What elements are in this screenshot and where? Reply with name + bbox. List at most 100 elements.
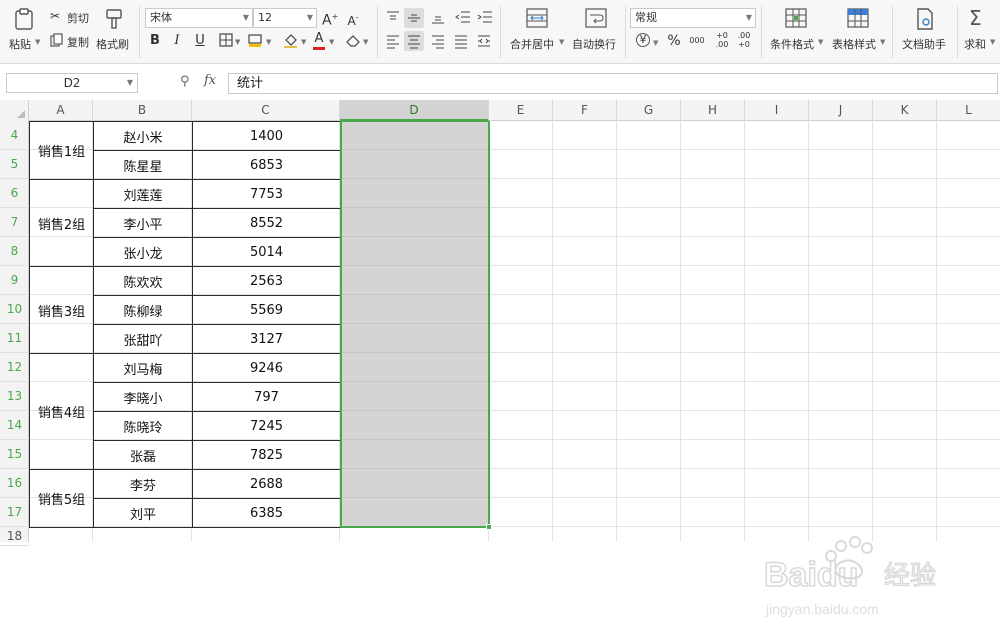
row-header-12[interactable]: 12 [0,353,29,382]
justify-icon[interactable] [453,33,469,49]
row-header-7[interactable]: 7 [0,208,29,237]
decrease-font-icon[interactable]: A- [345,10,361,29]
align-right-icon[interactable] [430,33,446,49]
value-cell[interactable]: 7825 [192,440,341,470]
zoom-search-icon[interactable]: ⚲ [180,74,190,89]
value-cell[interactable]: 5014 [192,237,341,267]
value-cell[interactable]: 2563 [192,266,341,296]
bold-button[interactable]: B [148,33,162,49]
value-cell[interactable]: 8552 [192,208,341,238]
formula-input[interactable]: 统计 [228,73,998,94]
chevron-down-icon[interactable]: ▼ [266,34,271,50]
name-cell[interactable]: 陈晓玲 [93,411,193,441]
table-style-button[interactable]: 表格样式 ▼ [828,6,886,58]
column-header-e[interactable]: E [489,100,553,121]
row-header-11[interactable]: 11 [0,324,29,353]
column-header-d[interactable]: D [340,100,489,121]
fill-color-icon[interactable] [248,33,264,47]
name-cell[interactable]: 李晓小 [93,382,193,412]
row-header-5[interactable]: 5 [0,150,29,179]
align-top-icon[interactable] [385,9,401,25]
merge-center-button[interactable]: 合并居中 ▼ [506,6,566,58]
border-icon[interactable] [219,33,233,47]
name-cell[interactable]: 李小平 [93,208,193,238]
row-header-8[interactable]: 8 [0,237,29,266]
selected-range[interactable] [340,121,490,528]
decimal-decrease-button[interactable]: .00 +0 [734,31,754,49]
select-all-corner[interactable] [0,100,29,121]
name-box[interactable]: D2 ▼ [6,73,138,93]
wrap-text-button[interactable]: 自动换行 [570,6,622,58]
column-header-k[interactable]: K [873,100,937,121]
group-cell[interactable]: 销售4组 [29,353,94,470]
sum-button[interactable]: Σ 求和 ▼ [961,6,1000,58]
row-header-6[interactable]: 6 [0,179,29,208]
value-cell[interactable]: 6385 [192,498,341,528]
paste-button[interactable]: 粘贴 ▼ [6,6,40,58]
column-header-b[interactable]: B [93,100,192,121]
name-cell[interactable]: 陈星星 [93,150,193,180]
align-center-icon[interactable] [404,31,424,51]
value-cell[interactable]: 1400 [192,121,341,151]
column-header-l[interactable]: L [937,100,1000,121]
value-cell[interactable]: 6853 [192,150,341,180]
name-cell[interactable]: 李芬 [93,469,193,499]
align-left-icon[interactable] [385,33,401,49]
name-cell[interactable]: 陈柳绿 [93,295,193,325]
row-header-18[interactable]: 18 [0,527,29,546]
format-painter-button[interactable]: 格式刷 [96,6,132,58]
font-size-select[interactable]: 12 ▼ [253,8,317,28]
copy-button[interactable]: 复制 [48,32,92,50]
name-cell[interactable]: 刘平 [93,498,193,528]
name-cell[interactable]: 赵小米 [93,121,193,151]
row-header-9[interactable]: 9 [0,266,29,295]
chevron-down-icon[interactable]: ▼ [235,34,240,50]
column-header-h[interactable]: H [681,100,745,121]
name-cell[interactable]: 陈欢欢 [93,266,193,296]
chevron-down-icon[interactable]: ▼ [363,34,368,50]
name-cell[interactable]: 刘马梅 [93,353,193,383]
column-header-j[interactable]: J [809,100,873,121]
row-header-16[interactable]: 16 [0,469,29,498]
column-header-a[interactable]: A [29,100,93,121]
row-header-4[interactable]: 4 [0,121,29,150]
row-header-14[interactable]: 14 [0,411,29,440]
value-cell[interactable]: 5569 [192,295,341,325]
number-format-select[interactable]: 常规 ▼ [630,8,756,28]
name-cell[interactable]: 张甜吖 [93,324,193,354]
indent-increase-icon[interactable] [477,9,493,25]
row-header-10[interactable]: 10 [0,295,29,324]
doc-assistant-button[interactable]: 文档助手 [898,6,952,58]
name-cell[interactable]: 张磊 [93,440,193,470]
group-cell[interactable]: 销售2组 [29,179,94,267]
row-header-13[interactable]: 13 [0,382,29,411]
row-header-15[interactable]: 15 [0,440,29,469]
value-cell[interactable]: 3127 [192,324,341,354]
fill-handle[interactable] [486,524,492,530]
eraser-icon[interactable] [345,33,361,47]
name-cell[interactable]: 刘莲莲 [93,179,193,209]
row-header-17[interactable]: 17 [0,498,29,527]
group-cell[interactable]: 销售3组 [29,266,94,354]
function-icon[interactable]: fx [204,73,216,88]
thousands-button[interactable]: 000 [688,33,706,49]
column-header-f[interactable]: F [553,100,617,121]
font-color-button[interactable]: A [313,31,325,50]
group-cell[interactable]: 销售5组 [29,469,94,528]
conditional-format-button[interactable]: 条件格式 ▼ [766,6,824,58]
italic-button[interactable]: I [170,33,184,49]
paint-bucket-icon[interactable] [283,32,299,48]
chevron-down-icon[interactable]: ▼ [329,34,334,50]
value-cell[interactable]: 7753 [192,179,341,209]
cut-button[interactable]: ✂ 剪切 [48,8,92,26]
font-name-select[interactable]: 宋体 ▼ [145,8,253,28]
chevron-down-icon[interactable]: ▼ [653,35,658,51]
indent-decrease-icon[interactable] [455,9,471,25]
percent-button[interactable]: % [666,33,682,49]
value-cell[interactable]: 797 [192,382,341,412]
chevron-down-icon[interactable]: ▼ [301,34,306,50]
value-cell[interactable]: 9246 [192,353,341,383]
align-bottom-icon[interactable] [430,9,446,25]
align-middle-icon[interactable] [404,8,424,28]
column-header-i[interactable]: I [745,100,809,121]
